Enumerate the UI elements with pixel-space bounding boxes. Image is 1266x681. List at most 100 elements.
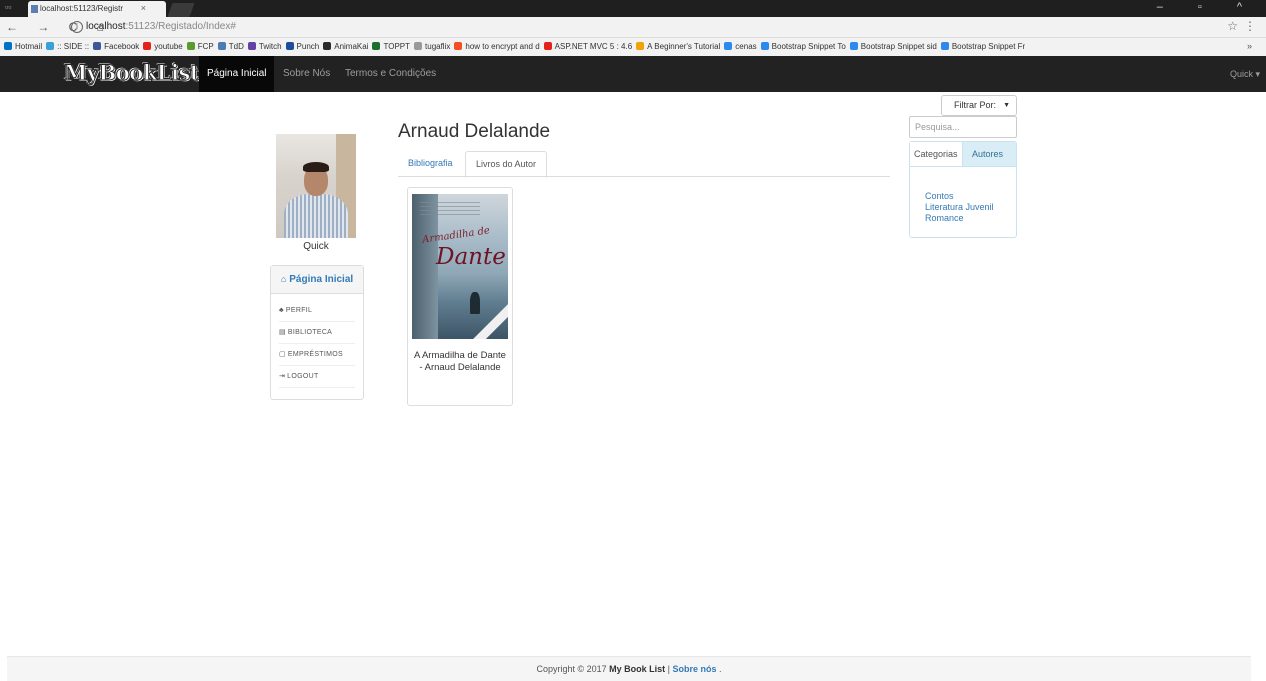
bookmark-item[interactable]: how to encrypt and d bbox=[454, 42, 540, 51]
site-navbar: MyBookList Página Inicial Sobre Nós Term… bbox=[0, 56, 1266, 92]
menu-link-logout[interactable]: ⇥ LOGOUT bbox=[279, 366, 355, 388]
bookmark-label: Bootstrap Snippet sid bbox=[860, 42, 937, 51]
url-field[interactable]: localhost:51123/Registado/Index# bbox=[86, 21, 236, 32]
site-info-icon[interactable]: i bbox=[71, 21, 83, 33]
footer-end: . bbox=[716, 664, 722, 674]
category-link[interactable]: Literatura Juvenil bbox=[925, 202, 994, 213]
tab-search-icon[interactable]: ▫▫ bbox=[5, 2, 11, 12]
browser-menu-icon[interactable]: ⋮ bbox=[1244, 19, 1256, 33]
nav-terms[interactable]: Termos e Condições bbox=[337, 56, 444, 92]
nav-about[interactable]: Sobre Nós bbox=[275, 56, 338, 92]
bookmark-favicon-icon bbox=[543, 42, 552, 50]
bookmark-label: TOPPT bbox=[383, 42, 411, 51]
bookmark-favicon-icon bbox=[323, 42, 332, 50]
bookmark-label: cenas bbox=[735, 42, 757, 51]
tab-bibliography[interactable]: Bibliografia bbox=[398, 151, 463, 176]
bookmark-star-icon[interactable]: ☆ bbox=[1227, 19, 1238, 33]
bookmark-favicon-icon bbox=[372, 42, 381, 50]
tab-authors[interactable]: Autores bbox=[968, 142, 1007, 166]
user-dropdown[interactable]: Quick ▾ bbox=[1230, 56, 1260, 92]
bookmark-favicon-icon bbox=[217, 42, 226, 50]
category-link[interactable]: Contos bbox=[925, 191, 994, 202]
address-bar: ← → C ⌂ i localhost:51123/Registado/Inde… bbox=[0, 17, 1266, 38]
more-bookmarks-icon[interactable]: » bbox=[1247, 41, 1252, 51]
search-input[interactable] bbox=[909, 116, 1017, 138]
bookmark-label: youtube bbox=[154, 42, 183, 51]
menu-link-label: EMPRÉSTIMOS bbox=[287, 351, 343, 358]
filter-dropdown[interactable]: Filtrar Por: ▼ bbox=[941, 95, 1017, 116]
bookmark-item[interactable]: ASP.NET MVC 5 : 4.6 bbox=[543, 42, 633, 51]
category-link[interactable]: Romance bbox=[925, 213, 994, 224]
profile-menu-home[interactable]: ⌂ Página Inicial bbox=[271, 266, 363, 294]
bookmark-item[interactable]: :: SIDE :: bbox=[46, 42, 89, 51]
bookmark-label: Bootstrap Snippet To bbox=[771, 42, 846, 51]
footer-separator: | bbox=[665, 664, 673, 674]
avatar bbox=[276, 134, 356, 238]
bookmark-item[interactable]: TdD bbox=[217, 42, 244, 51]
bookmark-favicon-icon bbox=[760, 42, 769, 50]
book-cover-image[interactable]: Armadilha de Dante bbox=[412, 194, 508, 339]
bookmark-item[interactable]: Twitch bbox=[247, 42, 282, 51]
calendar-icon: ▢ bbox=[279, 351, 286, 358]
user-icon: ♣ bbox=[279, 307, 284, 314]
browser-tab-title: localhost:51123/Registr bbox=[40, 4, 124, 13]
filter-label: Filtrar Por: bbox=[953, 100, 996, 110]
bookmarks-bar: Hotmail:: SIDE :: Facebook youtube FCP TdD Tw… bbox=[0, 38, 1266, 56]
bookmark-favicon-icon bbox=[46, 42, 55, 50]
bookmark-label: A Beginner's Tutorial bbox=[647, 42, 721, 51]
browser-tab-bar: ▫▫ localhost:51123/Registr × – ▫ ^ bbox=[0, 0, 1266, 17]
home-icon: ⌂ bbox=[280, 274, 287, 284]
bookmark-label: tugaflix bbox=[425, 42, 451, 51]
bookmark-favicon-icon bbox=[285, 42, 294, 50]
url-path: :51123/Registado/Index# bbox=[125, 21, 236, 32]
close-tab-icon[interactable]: × bbox=[141, 3, 146, 13]
menu-link-label: LOGOUT bbox=[287, 373, 319, 380]
window-controls[interactable]: – ▫ ^ bbox=[1157, 1, 1258, 13]
menu-link-label: PERFIL bbox=[285, 307, 313, 314]
logout-icon: ⇥ bbox=[279, 373, 286, 380]
bookmark-item[interactable]: Bootstrap Snippet To bbox=[760, 42, 846, 51]
browser-tab[interactable]: localhost:51123/Registr × bbox=[28, 1, 166, 17]
page-favicon-icon bbox=[31, 5, 38, 13]
bookmark-item[interactable]: Punch bbox=[285, 42, 319, 51]
url-host: localhost bbox=[86, 21, 126, 32]
book-icon: ▤ bbox=[279, 329, 286, 336]
bookmark-item[interactable]: Bootstrap Snippet Fr bbox=[940, 42, 1025, 51]
bookmark-favicon-icon bbox=[414, 42, 423, 50]
bookmark-favicon-icon bbox=[247, 42, 256, 50]
brand-logo[interactable]: MyBookList bbox=[63, 60, 200, 88]
bookmark-favicon-icon bbox=[454, 42, 463, 50]
bookmark-item[interactable]: Hotmail bbox=[4, 42, 42, 51]
bookmark-label: Facebook bbox=[104, 42, 140, 51]
menu-link-library[interactable]: ▤ BIBLIOTECA bbox=[279, 322, 355, 344]
bookmark-item[interactable]: A Beginner's Tutorial bbox=[636, 42, 720, 51]
menu-link-profile[interactable]: ♣ PERFIL bbox=[279, 300, 355, 322]
bookmark-item[interactable]: cenas bbox=[724, 42, 757, 51]
tab-author-books[interactable]: Livros do Autor bbox=[465, 151, 548, 178]
categories-panel: Categorias Autores Contos Literatura Juv… bbox=[909, 141, 1017, 238]
profile-menu: ⌂ Página Inicial ♣ PERFIL ▤ BIBLIOTECA ▢ EMP… bbox=[270, 265, 364, 400]
bookmark-label: :: SIDE :: bbox=[57, 42, 90, 51]
profile-name: Quick bbox=[303, 241, 329, 252]
new-tab-button[interactable] bbox=[167, 3, 195, 17]
bookmark-label: AnimaKai bbox=[334, 42, 369, 51]
footer-about-link[interactable]: Sobre nós bbox=[673, 664, 717, 674]
bookmark-favicon-icon bbox=[940, 42, 949, 50]
nav-home[interactable]: Página Inicial bbox=[199, 56, 275, 92]
bookmark-item[interactable]: tugaflix bbox=[414, 42, 450, 51]
bookmark-item[interactable]: AnimaKai bbox=[323, 42, 368, 51]
bookmark-label: ASP.NET MVC 5 : 4.6 bbox=[554, 42, 633, 51]
book-card[interactable]: Armadilha de Dante A Armadilha de Dante … bbox=[407, 187, 513, 406]
menu-link-loans[interactable]: ▢ EMPRÉSTIMOS bbox=[279, 344, 355, 366]
bookmark-item[interactable]: FCP bbox=[186, 42, 214, 51]
bookmark-item[interactable]: youtube bbox=[143, 42, 183, 51]
book-title[interactable]: A Armadilha de Dante - Arnaud Delalande bbox=[414, 350, 506, 374]
bookmark-item[interactable]: TOPPT bbox=[372, 42, 410, 51]
bookmark-item[interactable]: Facebook bbox=[93, 42, 139, 51]
tab-categories[interactable]: Categorias bbox=[910, 142, 963, 166]
bookmark-favicon-icon bbox=[636, 42, 645, 50]
bookmark-favicon-icon bbox=[849, 42, 858, 50]
bookmark-label: how to encrypt and d bbox=[465, 42, 540, 51]
bookmark-favicon-icon bbox=[724, 42, 733, 50]
bookmark-item[interactable]: Bootstrap Snippet sid bbox=[849, 42, 937, 51]
